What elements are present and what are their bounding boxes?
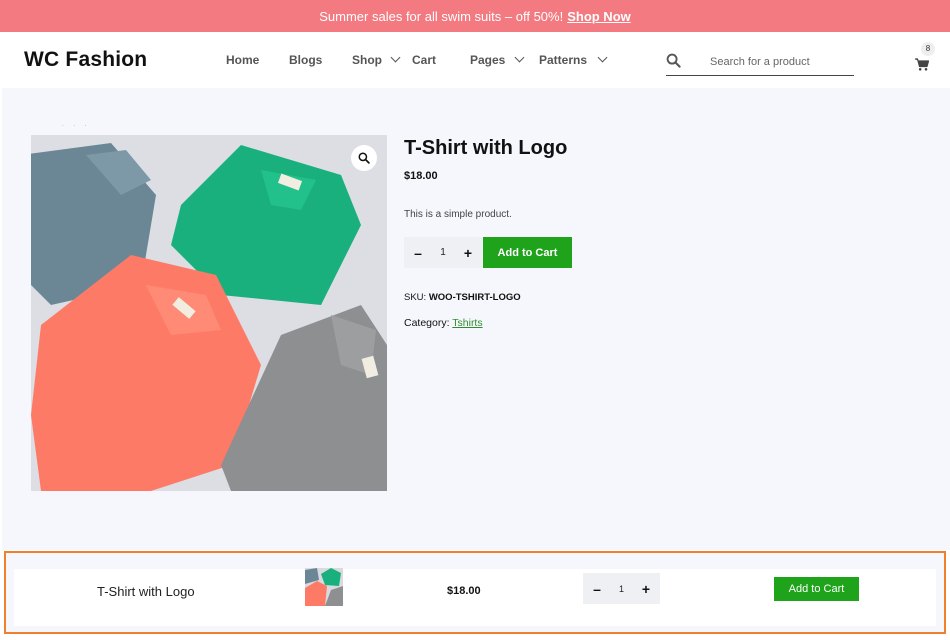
sticky-add-to-cart-button[interactable]: Add to Cart (774, 577, 859, 601)
sku-label: SKU: (404, 292, 427, 303)
product-title: T-Shirt with Logo (404, 137, 568, 159)
sticky-product-title: T-Shirt with Logo (97, 584, 195, 599)
nav-item-pages[interactable]: Pages (470, 53, 505, 67)
sku-value: WOO-TSHIRT-LOGO (428, 292, 521, 303)
cart-icon[interactable] (915, 58, 929, 71)
nav-item-home[interactable]: Home (226, 53, 259, 67)
site-logo[interactable]: WC Fashion (24, 48, 147, 72)
nav-item-shop[interactable]: Shop (352, 53, 382, 67)
product-photo (31, 135, 387, 491)
sticky-bar-inner: T-Shirt with Logo $18.00 – 1 + Add to Ca… (14, 568, 936, 626)
magnifier-icon (358, 152, 370, 164)
add-to-cart-button[interactable]: Add to Cart (483, 237, 572, 268)
shop-now-link[interactable]: Shop Now (567, 9, 631, 24)
search-box (666, 52, 854, 76)
sticky-quantity-increase-button[interactable]: + (632, 581, 660, 597)
announcement-bar: Summer sales for all swim suits – off 50… (0, 0, 950, 32)
product-sku: SKU: WOO-TSHIRT-LOGO (404, 292, 521, 303)
zoom-button[interactable] (351, 145, 377, 171)
cart-count-badge: 8 (921, 42, 935, 56)
sticky-product-thumbnail (305, 568, 343, 606)
product-description: This is a simple product. (404, 209, 512, 220)
header-cart[interactable]: 8 (912, 42, 940, 76)
product-image[interactable] (31, 135, 387, 491)
quantity-value[interactable]: 1 (432, 247, 454, 258)
sticky-quantity-stepper: – 1 + (583, 573, 660, 604)
nav-item-cart[interactable]: Cart (412, 53, 436, 67)
nav-item-blogs[interactable]: Blogs (289, 53, 322, 67)
shop-chevron-down-icon[interactable] (390, 52, 401, 63)
quantity-stepper: – 1 + (404, 237, 482, 268)
patterns-chevron-down-icon[interactable] (597, 52, 608, 63)
sticky-product-price: $18.00 (447, 585, 481, 597)
category-label: Category: (404, 317, 450, 329)
product-price: $18.00 (404, 170, 438, 182)
sticky-add-to-cart-bar: T-Shirt with Logo $18.00 – 1 + Add to Ca… (4, 551, 946, 634)
sticky-quantity-value[interactable]: 1 (611, 584, 632, 594)
thumbnail-photo (305, 568, 343, 606)
search-input[interactable] (710, 53, 850, 71)
announcement-text: Summer sales for all swim suits – off 50… (319, 8, 564, 24)
search-icon[interactable] (666, 53, 681, 68)
category-link[interactable]: Tshirts (452, 317, 482, 329)
quantity-increase-button[interactable]: + (454, 245, 482, 261)
pages-chevron-down-icon[interactable] (514, 52, 525, 63)
sticky-quantity-decrease-button[interactable]: – (583, 581, 611, 597)
product-category: Category: Tshirts (404, 317, 483, 329)
quantity-decrease-button[interactable]: – (404, 245, 432, 261)
nav-item-patterns[interactable]: Patterns (539, 53, 587, 67)
site-header: WC Fashion Home Blogs Shop Cart Pages Pa… (0, 32, 950, 88)
breadcrumb[interactable]: . . . (62, 122, 90, 128)
